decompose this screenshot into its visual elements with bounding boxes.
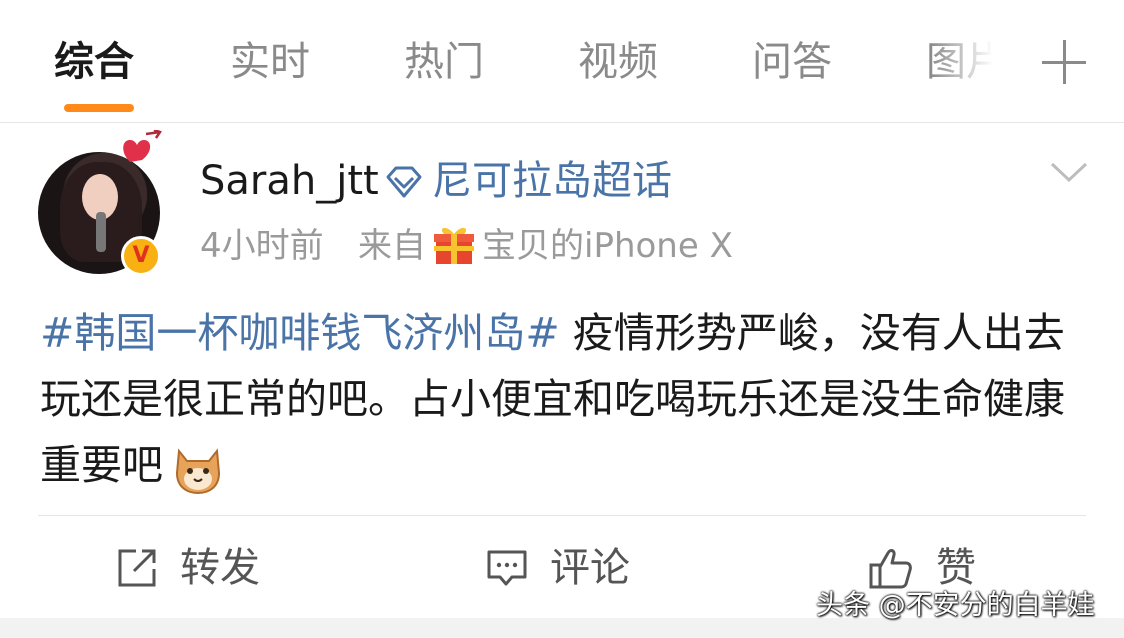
tab-hot[interactable]: 热门 bbox=[404, 34, 484, 90]
hashtag-link[interactable]: #韩国一杯咖啡钱飞济州岛# bbox=[40, 309, 560, 357]
tab-comprehensive[interactable]: 综合 bbox=[54, 34, 134, 90]
post-text: #韩国一杯咖啡钱飞济州岛# 疫情形势严峻，没有人出去玩还是很正常的吧。占小便宜和… bbox=[40, 300, 1090, 498]
watermark: 头条 @不安分的白羊娃 bbox=[816, 590, 1095, 621]
tab-realtime[interactable]: 实时 bbox=[230, 34, 310, 90]
diamond-icon bbox=[386, 166, 422, 198]
divider bbox=[38, 515, 1086, 516]
search-tabs-bar: 综合 实时 热门 视频 问答 图片 bbox=[0, 0, 1124, 123]
tab-qa[interactable]: 问答 bbox=[752, 34, 832, 90]
source-prefix: 来自 bbox=[358, 226, 426, 266]
source-device: 宝贝的iPhone X bbox=[482, 226, 733, 266]
heart-icon bbox=[123, 130, 162, 162]
comment-button[interactable]: 评论 bbox=[486, 540, 630, 596]
comment-icon bbox=[487, 550, 527, 586]
comment-label: 评论 bbox=[550, 545, 630, 591]
gift-icon bbox=[434, 227, 474, 264]
username[interactable]: Sarah_jtt bbox=[200, 154, 379, 208]
plus-icon[interactable] bbox=[1042, 40, 1086, 84]
verified-badge: V bbox=[121, 236, 161, 276]
super-topic-link[interactable]: 尼可拉岛超话 bbox=[432, 154, 672, 208]
forward-button[interactable]: 转发 bbox=[116, 540, 260, 596]
post-time: 4小时前 bbox=[200, 226, 324, 266]
tab-video[interactable]: 视频 bbox=[578, 34, 658, 90]
active-tab-indicator bbox=[64, 104, 134, 112]
forward-label: 转发 bbox=[180, 545, 260, 591]
tab-overflow-fade bbox=[930, 20, 1020, 110]
share-icon bbox=[118, 549, 156, 587]
chevron-down-icon[interactable] bbox=[1050, 158, 1088, 188]
cat-emoji bbox=[175, 448, 221, 495]
thumbs-up-icon bbox=[869, 549, 912, 589]
